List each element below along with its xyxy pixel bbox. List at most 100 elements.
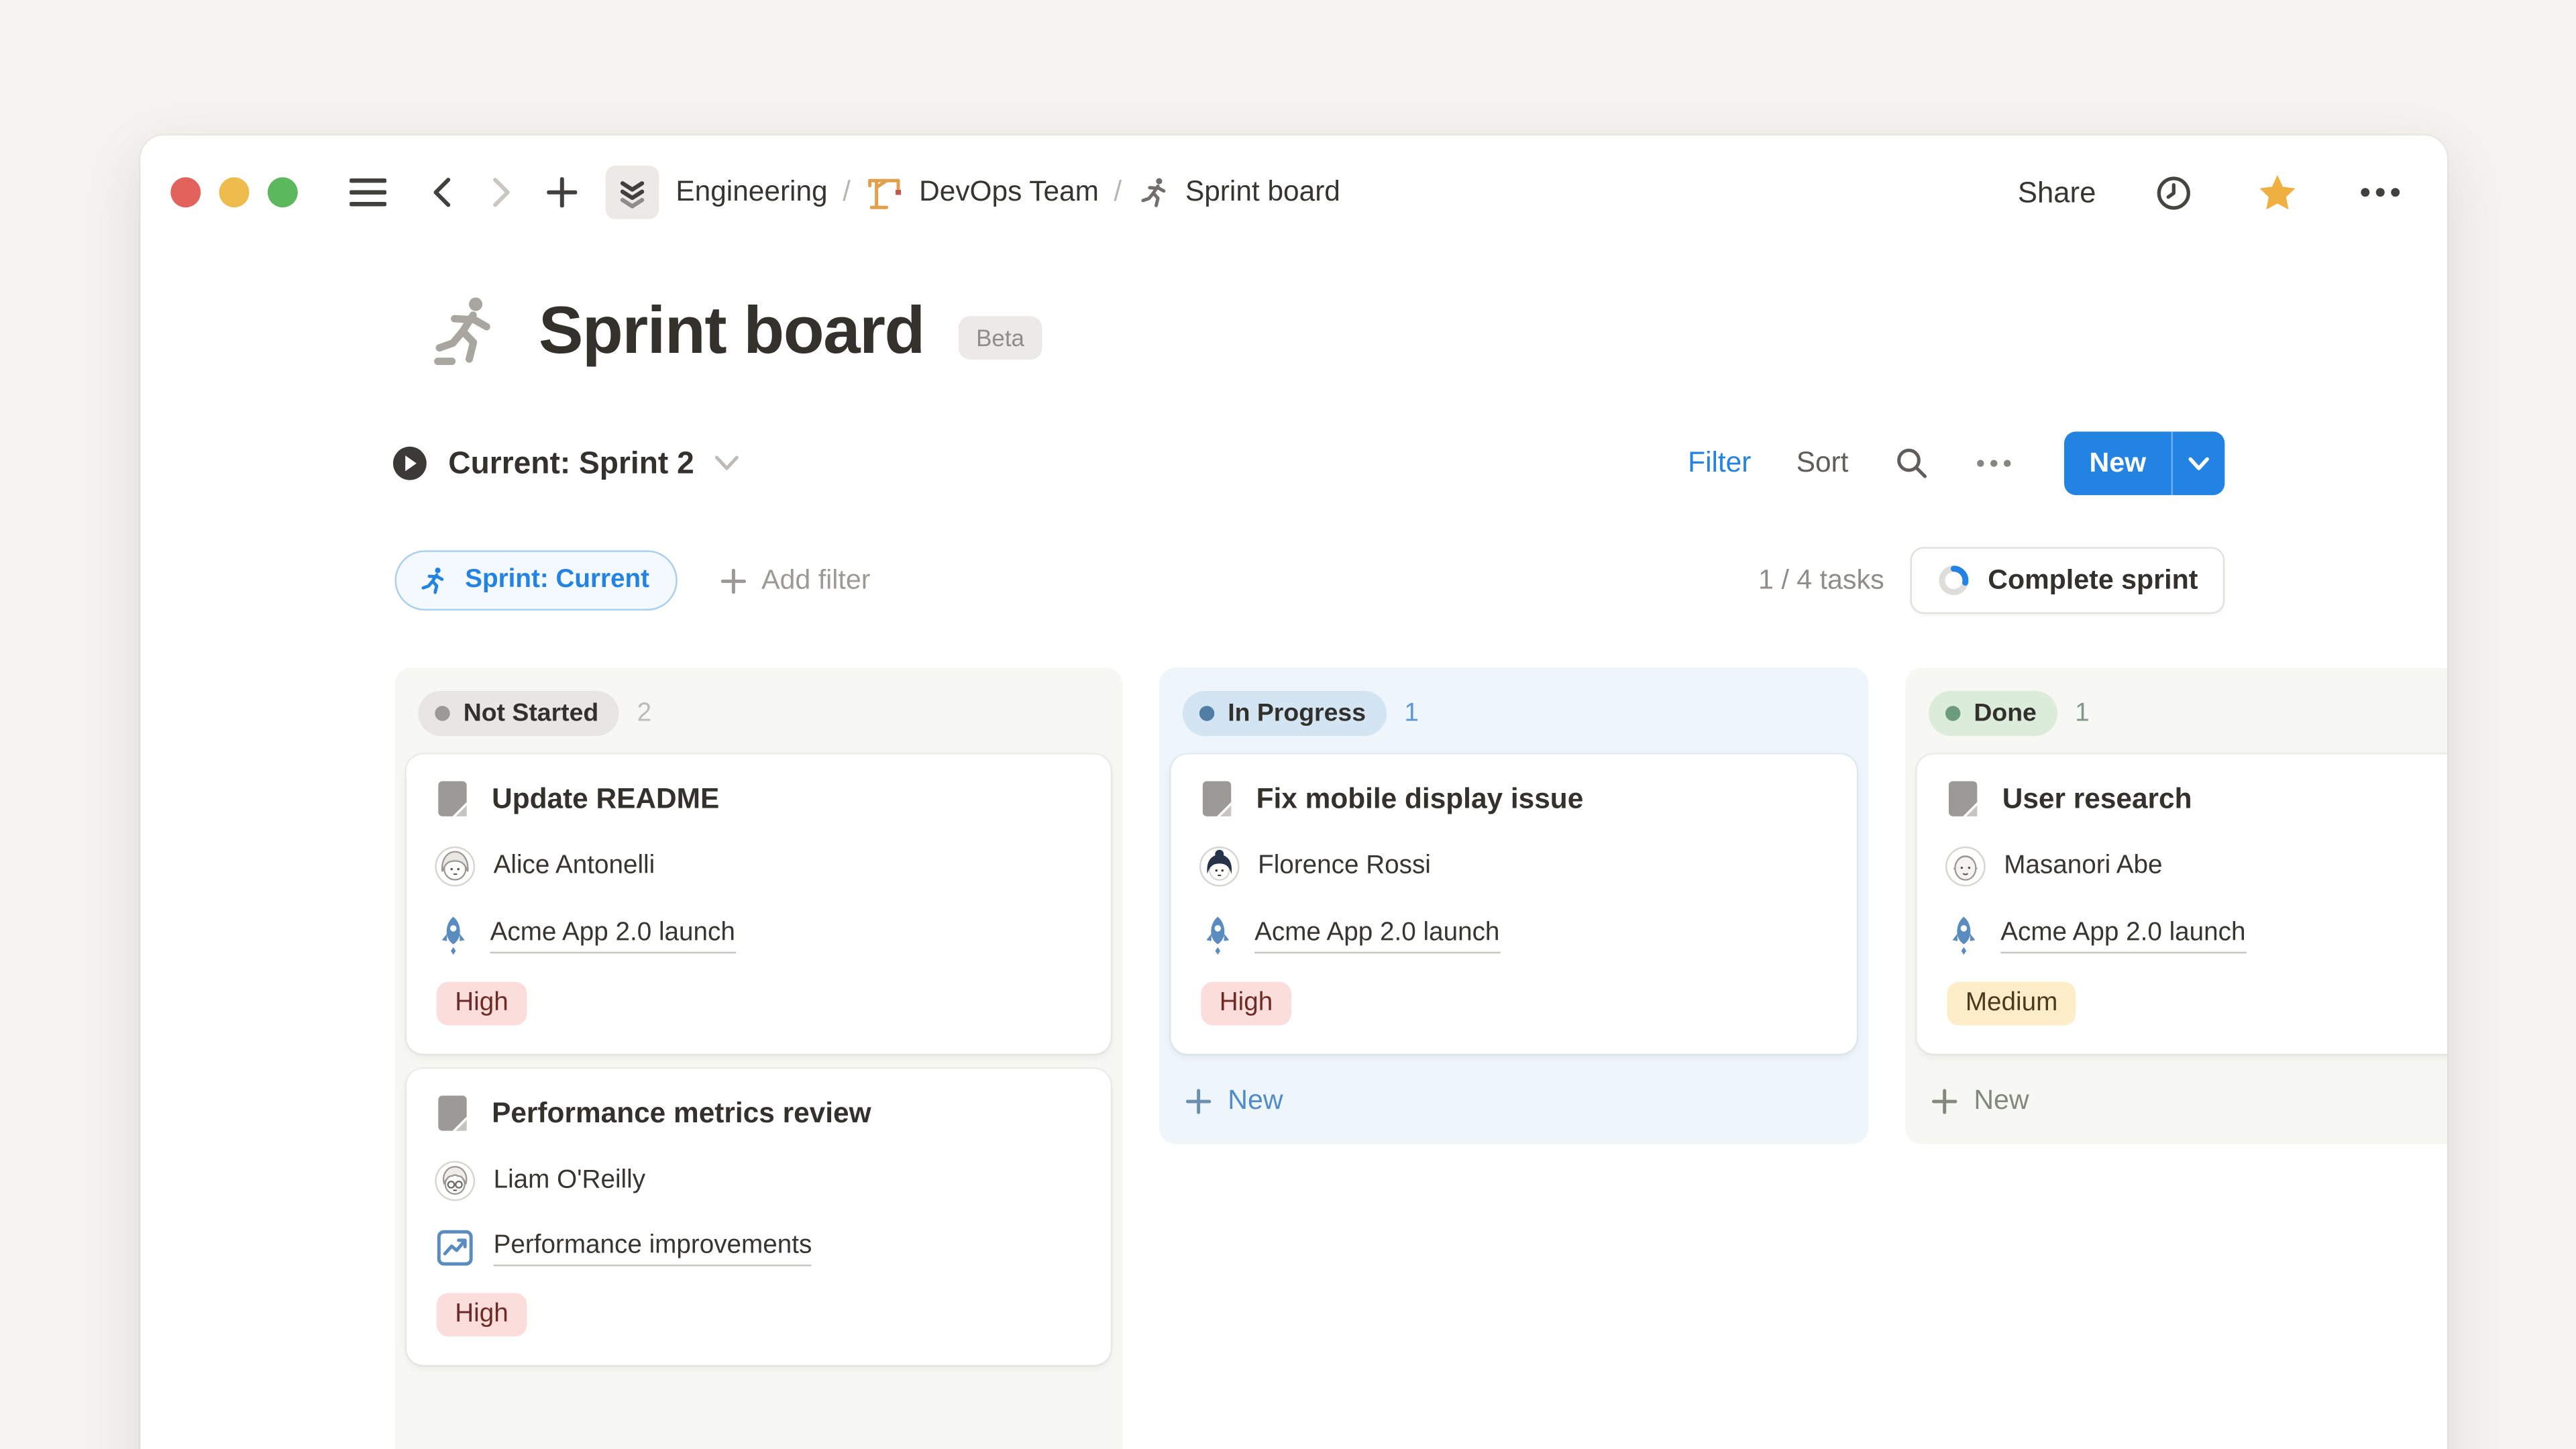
card-assignee: Liam O'Reilly xyxy=(494,1166,645,1196)
new-task-label: New xyxy=(2064,447,2171,479)
rocket-icon xyxy=(1947,915,1980,955)
plus-icon xyxy=(1186,1089,1211,1114)
column-header[interactable]: Not Started 2 xyxy=(394,667,1122,755)
favorite-star-icon[interactable] xyxy=(2250,166,2304,219)
priority-badge: High xyxy=(437,982,527,1026)
filter-bar: Sprint: Current Add filter 1 / 4 tasks C… xyxy=(394,547,2224,614)
filter-button[interactable]: Filter xyxy=(1688,447,1751,480)
teamspace-layers-icon[interactable] xyxy=(606,166,659,219)
back-icon[interactable] xyxy=(415,166,468,219)
breadcrumb-item-sprint-board[interactable]: Sprint board xyxy=(1137,175,1340,210)
sprint-filter-chip[interactable]: Sprint: Current xyxy=(394,550,678,610)
breadcrumb-separator: / xyxy=(1114,176,1122,209)
window-controls xyxy=(170,177,298,207)
minimize-window-icon[interactable] xyxy=(219,177,250,207)
beta-badge: Beta xyxy=(958,316,1043,360)
card-title: User research xyxy=(2002,782,2192,816)
add-card-button[interactable]: New xyxy=(1159,1069,1868,1144)
add-card-label: New xyxy=(1974,1085,2029,1117)
avatar-alice xyxy=(437,848,474,885)
page-title[interactable]: Sprint board xyxy=(539,294,924,369)
rocket-icon xyxy=(437,915,470,955)
view-label: Current: Sprint 2 xyxy=(448,445,694,482)
card-list: Update README Alice Antonelli xyxy=(394,755,1122,1365)
page-icon xyxy=(1201,780,1234,818)
status-label: In Progress xyxy=(1228,699,1366,727)
card-assignee: Alice Antonelli xyxy=(494,851,655,881)
chevron-down-icon xyxy=(714,455,739,472)
column-count: 2 xyxy=(637,698,652,729)
play-circle-icon xyxy=(391,445,428,482)
add-card-button[interactable]: New xyxy=(1905,1069,2447,1144)
column-header[interactable]: In Progress 1 xyxy=(1159,667,1868,755)
status-label: Done xyxy=(1974,699,2037,727)
sprint-progress: 1 / 4 tasks Complete sprint xyxy=(1758,547,2224,614)
topbar-actions: Share xyxy=(2018,166,2407,219)
complete-sprint-button[interactable]: Complete sprint xyxy=(1911,547,2225,614)
line-chart-icon xyxy=(437,1230,474,1267)
sidebar-menu-icon[interactable] xyxy=(341,166,395,219)
breadcrumb-item-engineering[interactable]: Engineering xyxy=(676,176,827,209)
screen: Engineering / DevOps Team / Sprint board xyxy=(0,0,2576,1448)
breadcrumb-label: Engineering xyxy=(676,176,827,209)
card-project-link[interactable]: Acme App 2.0 launch xyxy=(490,918,735,953)
priority-badge: Medium xyxy=(1947,982,2076,1026)
column-not-started: Not Started 2 Update README xyxy=(394,667,1122,1449)
avatar-liam xyxy=(437,1163,474,1199)
card-assignee: Florence Rossi xyxy=(1258,851,1431,881)
forward-icon[interactable] xyxy=(475,166,529,219)
avatar-masanori xyxy=(1947,848,1984,885)
card-project-link[interactable]: Performance improvements xyxy=(494,1230,812,1265)
card-project-link[interactable]: Acme App 2.0 launch xyxy=(2000,918,2245,953)
card-title: Fix mobile display issue xyxy=(1256,782,1584,816)
card-list: User research Masanori Abe xyxy=(1905,755,2447,1054)
task-card[interactable]: Performance metrics review Liam O'Reilly xyxy=(407,1069,1111,1364)
column-count: 1 xyxy=(1404,698,1419,729)
column-done: Done 1 User research xyxy=(1905,667,2447,1144)
topbar: Engineering / DevOps Team / Sprint board xyxy=(140,136,2447,236)
rocket-icon xyxy=(1201,915,1234,955)
runner-icon xyxy=(1137,175,1172,210)
progress-donut-icon xyxy=(1937,564,1971,597)
status-label: Not Started xyxy=(464,699,599,727)
more-options-icon[interactable] xyxy=(2353,166,2407,219)
card-project-link[interactable]: Acme App 2.0 launch xyxy=(1254,918,1499,953)
kanban-board: Not Started 2 Update README xyxy=(394,667,2447,1449)
task-card[interactable]: Fix mobile display issue Florence Rossi xyxy=(1171,755,1856,1054)
card-list: Fix mobile display issue Florence Rossi xyxy=(1159,755,1868,1054)
updates-clock-icon[interactable] xyxy=(2146,166,2200,219)
status-dot xyxy=(435,706,449,720)
search-icon[interactable] xyxy=(1894,445,1931,482)
sort-button[interactable]: Sort xyxy=(1796,447,1849,480)
breadcrumb-label: DevOps Team xyxy=(919,176,1099,209)
avatar-florence xyxy=(1201,848,1238,885)
status-badge: Not Started xyxy=(418,691,619,736)
page-icon xyxy=(1947,780,1980,818)
add-card-label: New xyxy=(1228,1085,1283,1117)
card-title: Update README xyxy=(492,782,719,816)
priority-badge: High xyxy=(1201,982,1291,1026)
new-page-icon[interactable] xyxy=(535,166,589,219)
status-badge: In Progress xyxy=(1183,691,1386,736)
breadcrumb-label: Sprint board xyxy=(1185,176,1340,209)
zoom-window-icon[interactable] xyxy=(268,177,298,207)
breadcrumb-item-devops-team[interactable]: DevOps Team xyxy=(865,172,1099,213)
status-badge: Done xyxy=(1929,691,2057,736)
new-task-button[interactable]: New xyxy=(2064,431,2224,495)
new-task-dropdown-icon[interactable] xyxy=(2173,455,2224,470)
share-button[interactable]: Share xyxy=(2018,175,2096,210)
view-toolbar: Current: Sprint 2 Filter Sort New xyxy=(391,430,2224,497)
page-runner-icon[interactable] xyxy=(428,292,505,370)
column-header[interactable]: Done 1 xyxy=(1905,667,2447,755)
task-card[interactable]: User research Masanori Abe xyxy=(1917,755,2447,1054)
view-more-icon[interactable] xyxy=(1976,458,2012,468)
card-title: Performance metrics review xyxy=(492,1096,871,1130)
breadcrumb: Engineering / DevOps Team / Sprint board xyxy=(676,172,1340,213)
status-dot xyxy=(1945,706,1960,720)
task-card[interactable]: Update README Alice Antonelli xyxy=(407,755,1111,1054)
view-switcher[interactable]: Current: Sprint 2 xyxy=(391,445,739,482)
plus-icon xyxy=(721,568,746,593)
sprint-filter-label: Sprint: Current xyxy=(465,566,649,596)
close-window-icon[interactable] xyxy=(170,177,201,207)
add-filter-button[interactable]: Add filter xyxy=(721,565,870,596)
